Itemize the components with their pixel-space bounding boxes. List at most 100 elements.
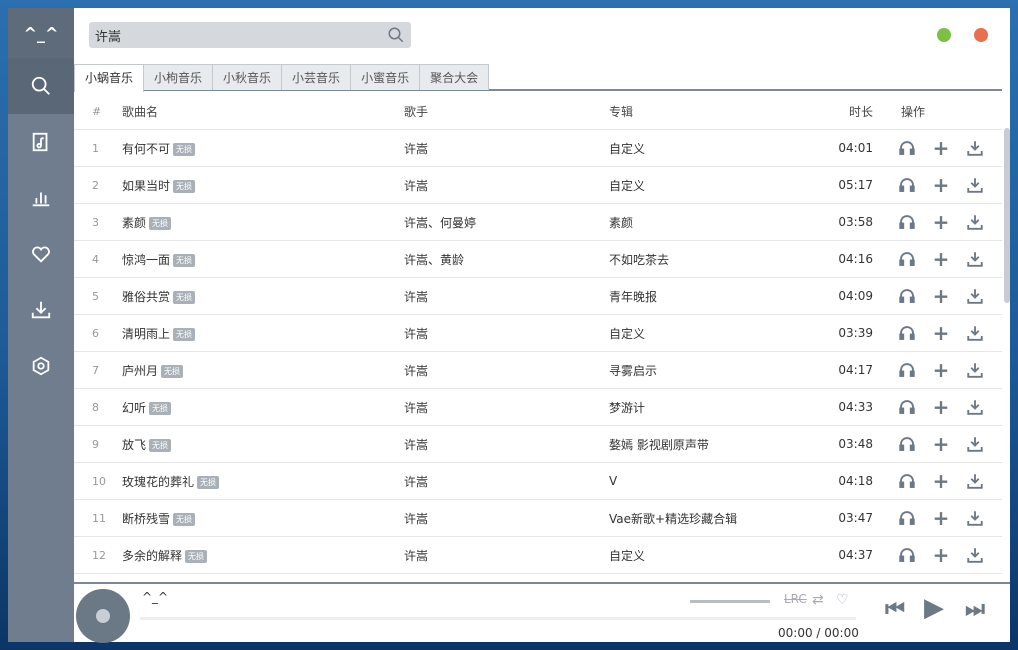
song-title[interactable]: 雅俗共赏 — [122, 290, 170, 304]
album[interactable]: 嫯嫣 影视剧原声带 — [609, 436, 809, 453]
sidebar-item-settings[interactable] — [8, 338, 74, 394]
add-icon[interactable]: + — [931, 508, 951, 528]
table-row[interactable]: 6 清明雨上 无损 许嵩 自定义 03:39 + — [74, 315, 1002, 352]
heart-add-icon[interactable]: ♡ — [836, 592, 849, 608]
song-title[interactable]: 多余的解释 — [122, 549, 182, 563]
sidebar-item-downloads[interactable] — [8, 282, 74, 338]
song-title[interactable]: 惊鸿一面 — [122, 253, 170, 267]
song-title[interactable]: 有何不可 — [122, 142, 170, 156]
download-icon[interactable] — [965, 175, 985, 195]
add-icon[interactable]: + — [931, 360, 951, 380]
table-row[interactable]: 12 多余的解释 无损 许嵩 自定义 04:37 + — [74, 537, 1002, 574]
artist[interactable]: 许嵩 — [404, 140, 609, 157]
add-icon[interactable]: + — [931, 212, 951, 232]
headphones-icon[interactable] — [897, 323, 917, 343]
artist[interactable]: 许嵩 — [404, 473, 609, 490]
song-title[interactable]: 玫瑰花的葬礼 — [122, 475, 194, 489]
album[interactable]: 梦游计 — [609, 399, 809, 416]
table-row[interactable]: 1 有何不可 无损 许嵩 自定义 04:01 + — [74, 130, 1002, 167]
song-title[interactable]: 庐州月 — [122, 364, 158, 378]
headphones-icon[interactable] — [897, 138, 917, 158]
song-title[interactable]: 放飞 — [122, 438, 146, 452]
download-icon[interactable] — [965, 434, 985, 454]
album[interactable]: Vae新歌+精选珍藏合辑 — [609, 510, 809, 527]
table-row[interactable]: 2 如果当时 无损 许嵩 自定义 05:17 + — [74, 167, 1002, 204]
headphones-icon[interactable] — [897, 397, 917, 417]
artist[interactable]: 许嵩 — [404, 362, 609, 379]
song-title[interactable]: 如果当时 — [122, 179, 170, 193]
headphones-icon[interactable] — [897, 249, 917, 269]
sidebar-item-charts[interactable] — [8, 170, 74, 226]
download-icon[interactable] — [965, 508, 985, 528]
artist[interactable]: 许嵩 — [404, 325, 609, 342]
tab-0[interactable]: 小蜗音乐 — [74, 64, 145, 92]
song-title[interactable]: 素颜 — [122, 216, 146, 230]
previous-icon[interactable]: ⏮ — [880, 599, 910, 621]
search-input[interactable]: 许嵩 — [89, 22, 411, 48]
add-icon[interactable]: + — [931, 471, 951, 491]
download-icon[interactable] — [965, 360, 985, 380]
table-row[interactable]: 8 幻听 无损 许嵩 梦游计 04:33 + — [74, 389, 1002, 426]
download-icon[interactable] — [965, 323, 985, 343]
tab-3[interactable]: 小芸音乐 — [282, 64, 352, 90]
album[interactable]: 寻雾启示 — [609, 362, 809, 379]
sidebar-item-local-music[interactable] — [8, 114, 74, 170]
artist[interactable]: 许嵩 — [404, 177, 609, 194]
song-title[interactable]: 幻听 — [122, 401, 146, 415]
next-icon[interactable]: ⏭ — [960, 599, 990, 621]
artist[interactable]: 许嵩、黄龄 — [404, 251, 609, 268]
headphones-icon[interactable] — [897, 360, 917, 380]
table-row[interactable]: 10 玫瑰花的葬礼 无损 许嵩 V 04:18 + — [74, 463, 1002, 500]
table-row[interactable]: 3 素颜 无损 许嵩、何曼婷 素颜 03:58 + — [74, 204, 1002, 241]
search-icon[interactable] — [387, 26, 405, 44]
album[interactable]: 自定义 — [609, 177, 809, 194]
add-icon[interactable]: + — [931, 138, 951, 158]
headphones-icon[interactable] — [897, 508, 917, 528]
album[interactable]: 素颜 — [609, 214, 809, 231]
artist[interactable]: 许嵩 — [404, 510, 609, 527]
download-icon[interactable] — [965, 249, 985, 269]
album[interactable]: 不如吃茶去 — [609, 251, 809, 268]
repeat-icon[interactable]: ⇄ — [812, 592, 824, 608]
artist[interactable]: 许嵩 — [404, 547, 609, 564]
tab-2[interactable]: 小秋音乐 — [213, 64, 283, 90]
scrollbar[interactable] — [1004, 128, 1010, 303]
artist[interactable]: 许嵩 — [404, 436, 609, 453]
tab-4[interactable]: 小蜜音乐 — [351, 64, 421, 90]
add-icon[interactable]: + — [931, 545, 951, 565]
album[interactable]: 青年晚报 — [609, 288, 809, 305]
table-row[interactable]: 9 放飞 无损 许嵩 嫯嫣 影视剧原声带 03:48 + — [74, 426, 1002, 463]
sidebar-item-search[interactable] — [8, 58, 74, 114]
lyrics-toggle[interactable]: LRC — [784, 592, 807, 606]
download-icon[interactable] — [965, 212, 985, 232]
artist[interactable]: 许嵩 — [404, 288, 609, 305]
progress-bar[interactable] — [140, 617, 856, 620]
download-icon[interactable] — [965, 138, 985, 158]
album[interactable]: 自定义 — [609, 547, 809, 564]
song-title[interactable]: 清明雨上 — [122, 327, 170, 341]
minimize-button[interactable] — [937, 28, 951, 42]
table-row[interactable]: 11 断桥残雪 无损 许嵩 Vae新歌+精选珍藏合辑 03:47 + — [74, 500, 1002, 537]
table-row[interactable]: 5 雅俗共赏 无损 许嵩 青年晚报 04:09 + — [74, 278, 1002, 315]
download-icon[interactable] — [965, 545, 985, 565]
album[interactable]: 自定义 — [609, 325, 809, 342]
play-icon[interactable]: ▶ — [919, 595, 949, 621]
headphones-icon[interactable] — [897, 286, 917, 306]
download-icon[interactable] — [965, 471, 985, 491]
artist[interactable]: 许嵩 — [404, 399, 609, 416]
download-icon[interactable] — [965, 397, 985, 417]
add-icon[interactable]: + — [931, 434, 951, 454]
headphones-icon[interactable] — [897, 175, 917, 195]
tab-1[interactable]: 小枸音乐 — [144, 64, 214, 90]
download-icon[interactable] — [965, 286, 985, 306]
song-title[interactable]: 断桥残雪 — [122, 512, 170, 526]
add-icon[interactable]: + — [931, 175, 951, 195]
add-icon[interactable]: + — [931, 286, 951, 306]
table-row[interactable]: 7 庐州月 无损 许嵩 寻雾启示 04:17 + — [74, 352, 1002, 389]
table-row[interactable]: 4 惊鸿一面 无损 许嵩、黄龄 不如吃茶去 04:16 + — [74, 241, 1002, 278]
add-icon[interactable]: + — [931, 397, 951, 417]
headphones-icon[interactable] — [897, 545, 917, 565]
add-icon[interactable]: + — [931, 323, 951, 343]
artist[interactable]: 许嵩、何曼婷 — [404, 214, 609, 231]
album[interactable]: 自定义 — [609, 140, 809, 157]
